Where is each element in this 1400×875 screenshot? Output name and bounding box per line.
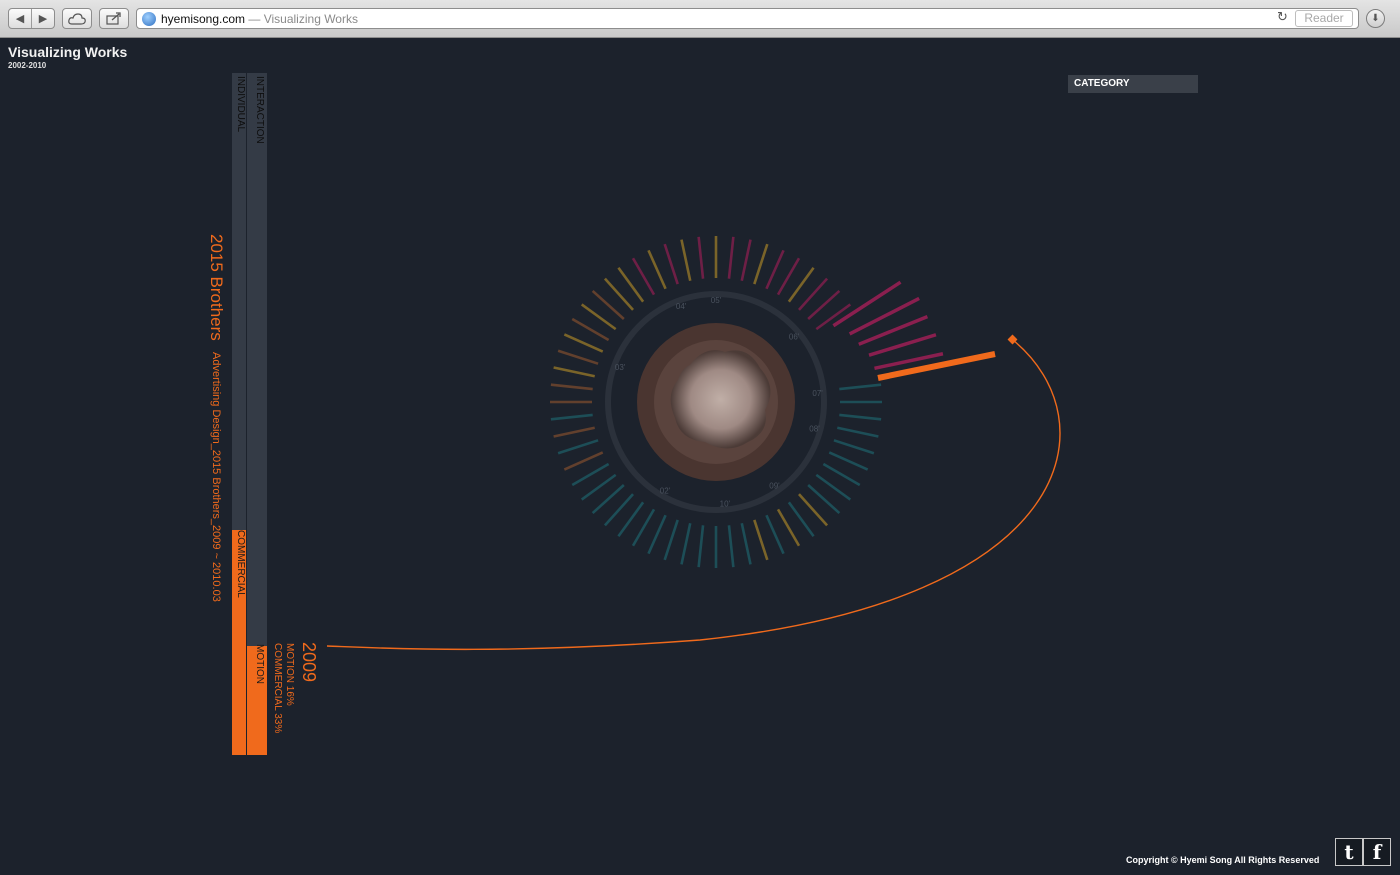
ray[interactable] <box>727 525 735 568</box>
ray[interactable] <box>727 236 735 279</box>
dial-year-label: 09' <box>769 482 780 491</box>
ray[interactable] <box>563 451 604 471</box>
ray[interactable] <box>776 508 801 547</box>
long-ray[interactable] <box>832 280 902 328</box>
ray[interactable] <box>822 462 861 487</box>
dial-year-label: 05' <box>711 296 722 305</box>
highlight-ray[interactable] <box>877 351 996 381</box>
ray[interactable] <box>631 508 656 547</box>
ray[interactable] <box>647 249 667 290</box>
dial-year-label: 08' <box>809 424 820 433</box>
ray[interactable] <box>833 439 875 455</box>
ray[interactable] <box>837 426 879 438</box>
ray[interactable] <box>765 514 785 555</box>
ray[interactable] <box>839 383 882 391</box>
ray[interactable] <box>571 462 610 487</box>
ray[interactable] <box>553 366 595 378</box>
dial-year-label: 06' <box>789 332 800 341</box>
ray[interactable] <box>828 451 869 471</box>
ray[interactable] <box>680 239 692 281</box>
ray[interactable] <box>663 243 679 285</box>
ray[interactable] <box>753 243 769 285</box>
ray[interactable] <box>697 236 705 279</box>
ray[interactable] <box>697 525 705 568</box>
ray[interactable] <box>740 523 752 565</box>
ray[interactable] <box>839 413 882 421</box>
ray[interactable] <box>557 439 599 455</box>
long-ray[interactable] <box>848 296 920 336</box>
dial-year-label: 03' <box>615 363 626 372</box>
radial-visualization: 05' 06' 07' 08' 09' 10' 02' 03' 04' <box>326 236 1061 651</box>
dial-year-label: 07' <box>812 389 823 398</box>
ray[interactable] <box>631 257 656 296</box>
ray[interactable] <box>765 249 785 290</box>
dial-year-label: 02' <box>660 486 671 495</box>
twitter-icon[interactable]: t <box>1335 838 1363 866</box>
ray[interactable] <box>571 317 610 342</box>
ray[interactable] <box>553 426 595 438</box>
ray[interactable] <box>647 514 667 555</box>
ray[interactable] <box>550 413 593 421</box>
ray[interactable] <box>680 523 692 565</box>
ray[interactable] <box>663 519 679 561</box>
dial-year-label: 10' <box>720 500 731 509</box>
ray[interactable] <box>740 239 752 281</box>
ray[interactable] <box>776 257 801 296</box>
ray[interactable] <box>557 349 599 365</box>
dial-year-label: 04' <box>676 302 687 311</box>
facebook-icon[interactable]: f <box>1363 838 1391 866</box>
ray[interactable] <box>563 333 604 353</box>
copyright-text: Copyright © Hyemi Song All Rights Reserv… <box>1126 855 1320 865</box>
ray[interactable] <box>753 519 769 561</box>
ray[interactable] <box>550 383 593 391</box>
